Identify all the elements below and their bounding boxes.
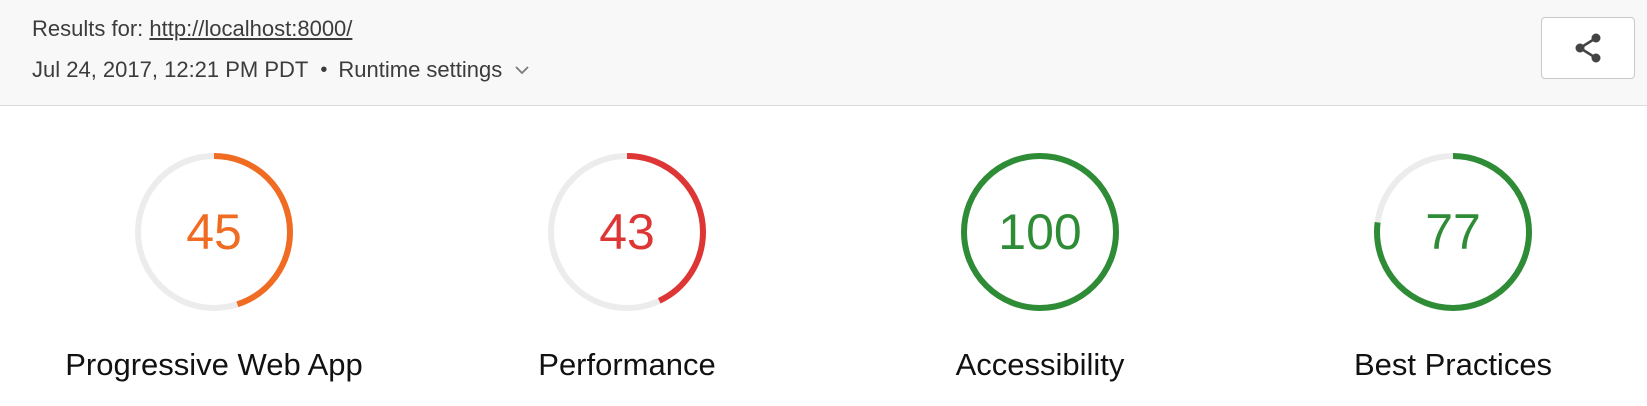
gauge-accessibility[interactable]: 100 Accessibility	[890, 152, 1190, 392]
report-timestamp: Jul 24, 2017, 12:21 PM PDT	[32, 57, 309, 82]
gauge-score: 43	[599, 204, 655, 260]
meta-separator: •	[320, 58, 328, 81]
gauge-score: 77	[1425, 204, 1481, 260]
gauge-score: 100	[998, 204, 1082, 260]
gauge-best-practices[interactable]: 77 Best Practices	[1303, 152, 1603, 392]
results-for-label: Results for:	[32, 16, 150, 41]
report-url-link[interactable]: http://localhost:8000/	[149, 16, 352, 41]
results-for-line: Results for: http://localhost:8000/	[32, 16, 352, 42]
report-meta-line: Jul 24, 2017, 12:21 PM PDT • Runtime set…	[32, 57, 530, 83]
runtime-settings-label: Runtime settings	[338, 57, 503, 82]
chevron-down-icon	[515, 66, 529, 75]
gauge-performance[interactable]: 43 Performance	[477, 152, 777, 392]
runtime-settings-toggle[interactable]: Runtime settings	[338, 57, 530, 83]
share-icon	[1575, 33, 1601, 63]
share-button[interactable]	[1541, 17, 1635, 79]
gauge-label: Performance	[538, 347, 716, 382]
gauge-score: 45	[186, 204, 242, 260]
gauge-progressive-web-app[interactable]: 45 Progressive Web App	[64, 152, 364, 392]
gauge-label: Accessibility	[955, 347, 1125, 382]
report-header: Results for: http://localhost:8000/ Jul …	[0, 0, 1647, 106]
gauge-label: Progressive Web App	[65, 347, 363, 382]
gauge-label: Best Practices	[1353, 347, 1553, 382]
